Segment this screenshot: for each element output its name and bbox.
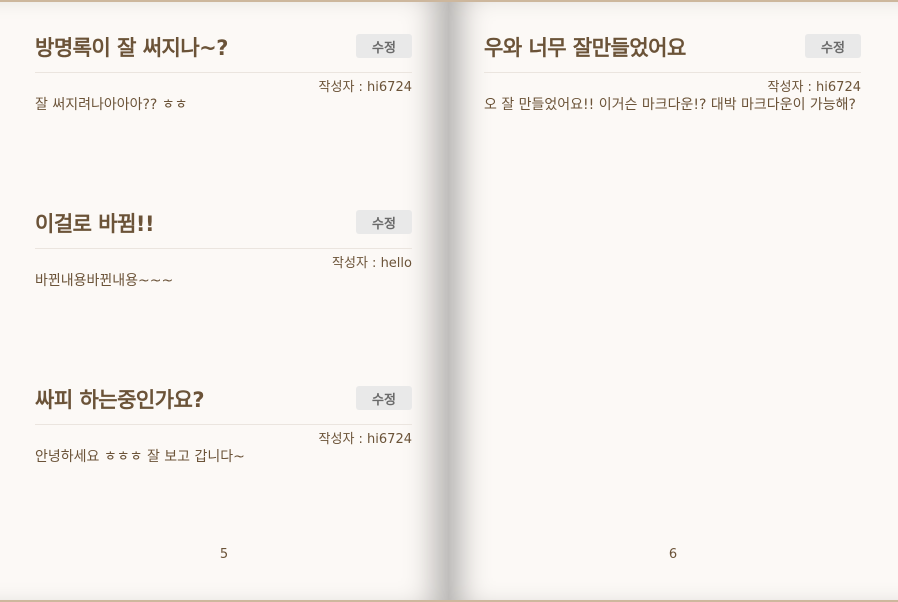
guestbook-entry: 우와 너무 잘만들었어요 수정 작성자 : hi6724 오 잘 만들었어요!!… (484, 2, 861, 178)
entry-header: 우와 너무 잘만들었어요 수정 (484, 2, 861, 73)
entry-header: 싸피 하는중인가요? 수정 (35, 354, 412, 425)
entry-title: 우와 너무 잘만들었어요 (484, 36, 686, 60)
entry-content: 바뀐내용바뀐내용~~~ (35, 273, 174, 289)
page-number: 5 (219, 547, 229, 562)
entry-title: 이걸로 바뀜!! (35, 212, 155, 236)
entry-content: 오 잘 만들었어요!! 이거슨 마크다운!? 대박 마크다운이 가능해? (484, 97, 856, 113)
entry-header: 방명록이 잘 써지나~? 수정 (35, 2, 412, 73)
entry-author: 작성자 : hi6724 (767, 80, 861, 95)
guestbook-entry: 싸피 하는중인가요? 수정 작성자 : hi6724 안녕하세요 ㅎㅎㅎ 잘 보… (35, 354, 412, 530)
right-page: 우와 너무 잘만들었어요 수정 작성자 : hi6724 오 잘 만들었어요!!… (448, 2, 898, 600)
page-number: 6 (668, 547, 678, 562)
edit-button[interactable]: 수정 (805, 34, 861, 58)
entry-author: 작성자 : hi6724 (318, 80, 412, 95)
guestbook-entry: 이걸로 바뀜!! 수정 작성자 : hello 바뀐내용바뀐내용~~~ (35, 178, 412, 354)
entry-title: 방명록이 잘 써지나~? (35, 36, 228, 60)
entry-content: 잘 써지려나아아아?? ㅎㅎ (35, 97, 188, 113)
entry-header: 이걸로 바뀜!! 수정 (35, 178, 412, 249)
guestbook-book: 방명록이 잘 써지나~? 수정 작성자 : hi6724 잘 써지려나아아아??… (0, 0, 898, 602)
edit-button[interactable]: 수정 (356, 210, 412, 234)
left-page-entries: 방명록이 잘 써지나~? 수정 작성자 : hi6724 잘 써지려나아아아??… (35, 2, 412, 530)
left-page: 방명록이 잘 써지나~? 수정 작성자 : hi6724 잘 써지려나아아아??… (0, 2, 448, 600)
right-page-entries: 우와 너무 잘만들었어요 수정 작성자 : hi6724 오 잘 만들었어요!!… (484, 2, 861, 178)
entry-title: 싸피 하는중인가요? (35, 388, 205, 412)
entry-author: 작성자 : hi6724 (318, 432, 412, 447)
edit-button[interactable]: 수정 (356, 34, 412, 58)
entry-content: 안녕하세요 ㅎㅎㅎ 잘 보고 갑니다~ (35, 449, 245, 465)
entry-author: 작성자 : hello (332, 256, 412, 271)
guestbook-entry: 방명록이 잘 써지나~? 수정 작성자 : hi6724 잘 써지려나아아아??… (35, 2, 412, 178)
edit-button[interactable]: 수정 (356, 386, 412, 410)
